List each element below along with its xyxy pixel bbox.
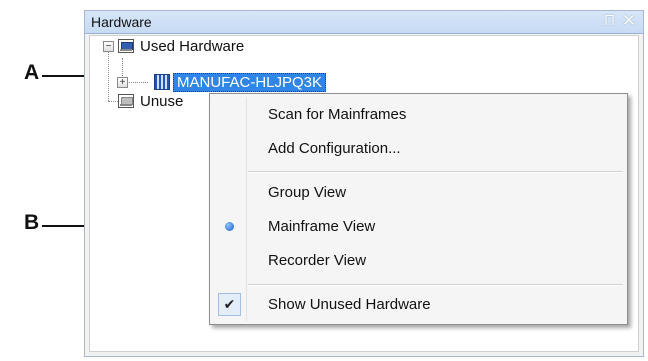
collapse-toggle[interactable]: − (103, 41, 114, 52)
menu-item-show-unused-hardware[interactable]: ✔ Show Unused Hardware (212, 290, 625, 320)
tree-item-mainframe[interactable]: MANUFAC-HLJPQ3K (173, 73, 327, 92)
menu-item-label: Mainframe View (268, 218, 376, 235)
mainframe-icon (154, 74, 170, 90)
hardware-group-icon (118, 39, 134, 53)
panel-header: Hardware Π ✕ (85, 11, 643, 34)
tree-item-unused-hardware[interactable]: Unuse (140, 93, 183, 110)
panel-title: Hardware (91, 14, 152, 30)
pin-icon[interactable]: Π (604, 12, 615, 29)
radio-selected-icon (225, 222, 234, 231)
menu-item-label: Show Unused Hardware (268, 296, 431, 313)
menu-item-add-configuration[interactable]: Add Configuration... (212, 134, 625, 164)
menu-item-mainframe-view[interactable]: Mainframe View (212, 212, 625, 242)
tree-connector (108, 46, 109, 101)
callout-a-label: A (24, 61, 40, 84)
expand-toggle[interactable]: + (117, 77, 128, 88)
unused-hardware-icon (118, 94, 134, 108)
menu-item-scan-for-mainframes[interactable]: Scan for Mainframes (212, 100, 625, 130)
close-icon[interactable]: ✕ (622, 11, 636, 31)
menu-item-label: Group View (268, 184, 347, 201)
menu-item-label: Scan for Mainframes (268, 106, 407, 123)
menu-item-label: Recorder View (268, 252, 367, 269)
tree-item-used-hardware[interactable]: Used Hardware (140, 38, 244, 55)
menu-item-group-view[interactable]: Group View (212, 178, 625, 208)
check-icon: ✔ (218, 293, 241, 316)
menu-gutter (246, 97, 247, 321)
menu-separator (248, 171, 623, 173)
menu-separator (248, 284, 623, 286)
context-menu: Scan for Mainframes Add Configuration...… (209, 93, 628, 325)
menu-item-recorder-view[interactable]: Recorder View (212, 246, 625, 276)
menu-item-label: Add Configuration... (268, 140, 401, 157)
callout-b-label: B (24, 211, 40, 234)
